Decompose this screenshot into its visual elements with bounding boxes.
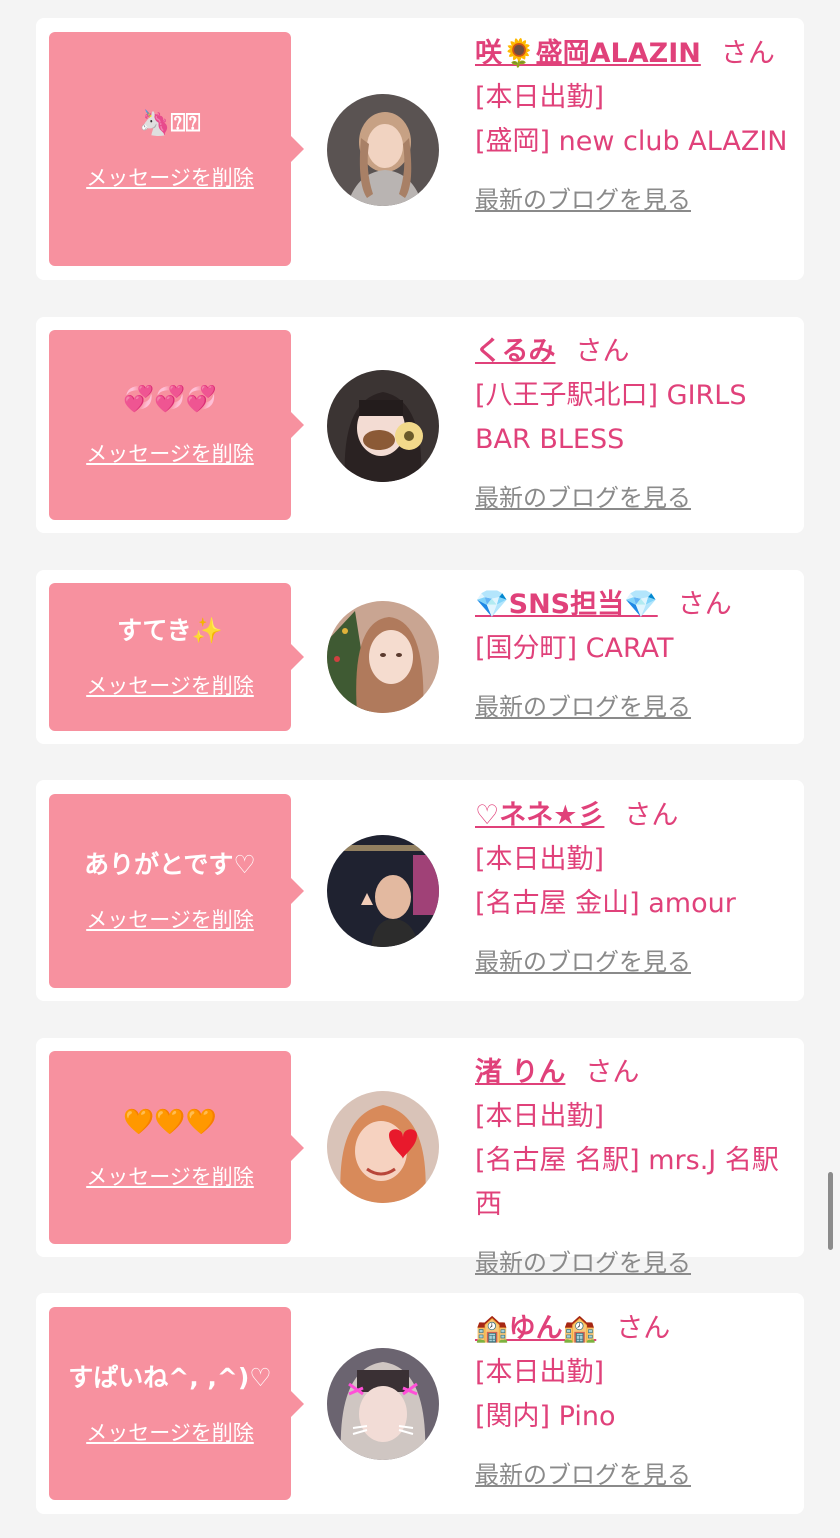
honorific: さん xyxy=(575,336,630,367)
message-text: 🧡🧡🧡 xyxy=(123,1106,217,1136)
avatar[interactable] xyxy=(327,370,439,482)
message-bubble: 💞💞💞 メッセージを削除 xyxy=(49,330,304,520)
shop-name: [八王子駅北口] GIRLS BAR BLESS xyxy=(475,380,747,455)
message-bubble: すぱいね^, ,^)♡ メッセージを削除 xyxy=(49,1307,304,1500)
shop-name: [名古屋 名駅] mrs.J 名駅西 xyxy=(475,1145,779,1220)
delete-message-link[interactable]: メッセージを削除 xyxy=(86,1417,254,1447)
latest-blog-link[interactable]: 最新のブログを見る xyxy=(475,940,793,984)
message-bubble: 🧡🧡🧡 メッセージを削除 xyxy=(49,1051,304,1244)
sender-info: 💎SNS担当💎 さん [国分町] CARAT 最新のブログを見る xyxy=(475,583,793,729)
delete-message-link[interactable]: メッセージを削除 xyxy=(86,1161,254,1191)
sender-info: ♡ネネ★彡 さん [本日出勤] [名古屋 金山] amour 最新のブログを見る xyxy=(475,794,793,984)
latest-blog-link[interactable]: 最新のブログを見る xyxy=(475,476,793,520)
message-text: すぱいね^, ,^)♡ xyxy=(68,1362,272,1392)
work-status: [本日出勤] xyxy=(475,844,605,875)
delete-message-link[interactable]: メッセージを削除 xyxy=(86,438,254,468)
message-text: すてき✨ xyxy=(117,616,223,645)
honorific: さん xyxy=(677,589,732,620)
message-card: 💞💞💞 メッセージを削除 くるみ さん [八王子駅北口] GIRLS BAR BL… xyxy=(36,317,804,533)
sender-name-link[interactable]: ♡ネネ★彡 xyxy=(475,800,604,831)
honorific: さん xyxy=(624,800,679,831)
work-status: [本日出勤] xyxy=(475,1357,605,1388)
message-card: 🧡🧡🧡 メッセージを削除 渚 りん さん [本日出勤] [名古屋 名駅] mrs.… xyxy=(36,1038,804,1277)
sender-name-link[interactable]: 咲🌻盛岡ALAZIN xyxy=(475,38,701,69)
message-text: 💞💞💞 xyxy=(123,384,217,413)
shop-name: [国分町] CARAT xyxy=(475,633,674,664)
message-list: 🦄⍰⍰ メッセージを削除 咲🌻盛岡ALAZIN さん [本日出勤] [盛岡] ne… xyxy=(0,0,840,1538)
sender-info: くるみ さん [八王子駅北口] GIRLS BAR BLESS 最新のブログを見る xyxy=(475,330,793,520)
message-text: ありがとです♡ xyxy=(84,850,256,879)
delete-message-link[interactable]: メッセージを削除 xyxy=(86,670,254,700)
message-card: すぱいね^, ,^)♡ メッセージを削除 🏫ゆん🏫 さん [本日出勤] [関内] … xyxy=(36,1293,804,1514)
honorific: さん xyxy=(720,38,775,69)
latest-blog-link[interactable]: 最新のブログを見る xyxy=(475,1241,793,1285)
message-bubble: すてき✨ メッセージを削除 xyxy=(49,583,304,731)
avatar[interactable] xyxy=(327,601,439,713)
sender-info: 🏫ゆん🏫 さん [本日出勤] [関内] Pino 最新のブログを見る xyxy=(475,1307,793,1497)
avatar[interactable] xyxy=(327,835,439,947)
sender-name-link[interactable]: 渚 りん xyxy=(475,1057,565,1088)
latest-blog-link[interactable]: 最新のブログを見る xyxy=(475,178,793,222)
shop-name: [関内] Pino xyxy=(475,1401,616,1432)
message-card: ありがとです♡ メッセージを削除 ♡ネネ★彡 さん [本日出勤] [名古屋 金山]… xyxy=(36,780,804,1001)
sender-info: 渚 りん さん [本日出勤] [名古屋 名駅] mrs.J 名駅西 最新のブログを… xyxy=(475,1051,793,1285)
sender-name-link[interactable]: 🏫ゆん🏫 xyxy=(475,1313,596,1344)
shop-name: [盛岡] new club ALAZIN xyxy=(475,126,788,157)
work-status: [本日出勤] xyxy=(475,1101,605,1132)
sender-name-link[interactable]: くるみ xyxy=(475,336,555,367)
honorific: さん xyxy=(616,1313,671,1344)
avatar[interactable] xyxy=(327,1091,439,1203)
delete-message-link[interactable]: メッセージを削除 xyxy=(86,904,254,934)
latest-blog-link[interactable]: 最新のブログを見る xyxy=(475,1453,793,1497)
latest-blog-link[interactable]: 最新のブログを見る xyxy=(475,685,793,729)
message-card: 🦄⍰⍰ メッセージを削除 咲🌻盛岡ALAZIN さん [本日出勤] [盛岡] ne… xyxy=(36,18,804,280)
honorific: さん xyxy=(585,1057,640,1088)
shop-name: [名古屋 金山] amour xyxy=(475,888,736,919)
sender-info: 咲🌻盛岡ALAZIN さん [本日出勤] [盛岡] new club ALAZIN… xyxy=(475,32,793,222)
message-text: 🦄⍰⍰ xyxy=(139,108,201,137)
message-card: すてき✨ メッセージを削除 💎SNS担当💎 さん [国分町] CARAT 最新のブ… xyxy=(36,570,804,744)
scrollbar[interactable] xyxy=(828,1172,833,1250)
message-bubble: ありがとです♡ メッセージを削除 xyxy=(49,794,304,988)
avatar[interactable] xyxy=(327,94,439,206)
message-bubble: 🦄⍰⍰ メッセージを削除 xyxy=(49,32,304,266)
sender-name-link[interactable]: 💎SNS担当💎 xyxy=(475,589,658,620)
delete-message-link[interactable]: メッセージを削除 xyxy=(86,162,254,192)
work-status: [本日出勤] xyxy=(475,82,605,113)
avatar[interactable] xyxy=(327,1348,439,1460)
